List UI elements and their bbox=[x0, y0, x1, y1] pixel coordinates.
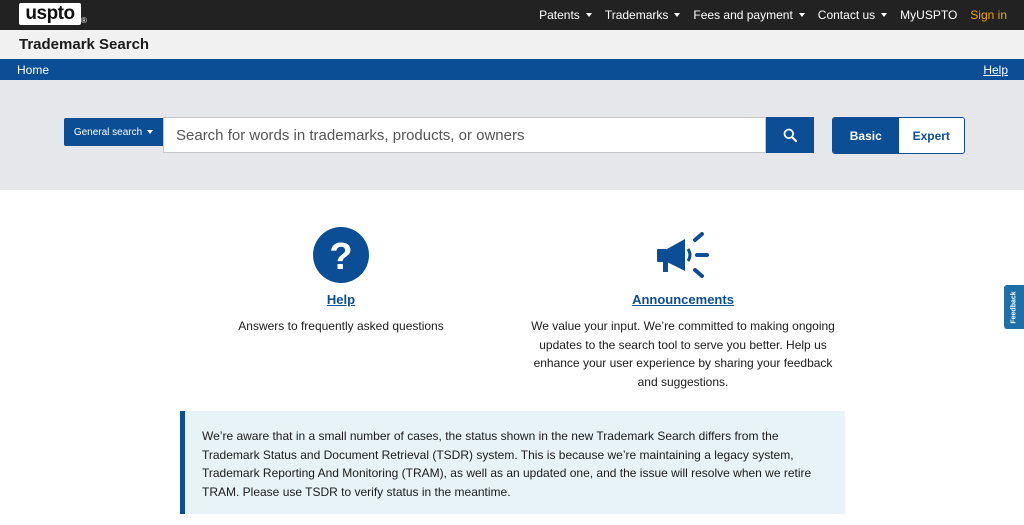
feedback-label: Feedback bbox=[1010, 290, 1018, 324]
chevron-down-icon bbox=[798, 13, 805, 17]
top-nav: Patents Trademarks Fees and payment Cont… bbox=[539, 0, 1007, 30]
uspto-logo[interactable]: uspto bbox=[19, 3, 81, 25]
search-mode-toggle: Basic Expert bbox=[832, 117, 965, 154]
search-button[interactable] bbox=[766, 117, 814, 153]
search-icon bbox=[783, 128, 797, 142]
announcements-card-title[interactable]: Announcements bbox=[523, 292, 843, 307]
title-bar: Trademark Search bbox=[0, 30, 1024, 59]
status-alert: We’re aware that in a small number of ca… bbox=[180, 411, 845, 514]
feedback-tab[interactable]: Feedback bbox=[1004, 285, 1024, 329]
sign-in-link[interactable]: Sign in bbox=[970, 8, 1007, 22]
question-circle-icon: ? bbox=[313, 227, 369, 283]
nav-trademarks[interactable]: Trademarks bbox=[605, 8, 681, 22]
breadcrumb-bar: Home Help bbox=[0, 59, 1024, 80]
search-type-label: General search bbox=[73, 126, 143, 138]
megaphone-icon bbox=[657, 232, 709, 278]
nav-patents-label: Patents bbox=[539, 8, 580, 22]
top-bar: uspto ® Patents Trademarks Fees and paym… bbox=[0, 0, 1024, 30]
help-link[interactable]: Help bbox=[983, 63, 1008, 77]
nav-contact[interactable]: Contact us bbox=[817, 8, 888, 22]
help-card-title[interactable]: Help bbox=[191, 292, 491, 307]
search-band: General search Basic Expert bbox=[0, 80, 1024, 190]
chevron-down-icon bbox=[147, 130, 154, 134]
nav-patents[interactable]: Patents bbox=[539, 8, 592, 22]
help-card-description: Answers to frequently asked questions bbox=[238, 319, 444, 333]
search-type-dropdown[interactable]: General search bbox=[64, 118, 163, 146]
basic-mode-button[interactable]: Basic bbox=[833, 118, 899, 153]
help-card: ? Help Answers to frequently asked quest… bbox=[191, 226, 491, 336]
chevron-down-icon bbox=[585, 13, 592, 17]
registered-mark: ® bbox=[81, 16, 87, 25]
announcements-card: Announcements We value your input. We’re… bbox=[523, 226, 843, 391]
page-title: Trademark Search bbox=[19, 36, 150, 53]
home-link[interactable]: Home bbox=[17, 63, 49, 77]
expert-mode-button[interactable]: Expert bbox=[898, 118, 964, 153]
chevron-down-icon bbox=[881, 13, 888, 17]
announcements-card-description: We value your input. We’re committed to … bbox=[531, 319, 835, 389]
svg-text:?: ? bbox=[329, 236, 352, 278]
nav-myuspto[interactable]: MyUSPTO bbox=[900, 8, 957, 22]
nav-contact-label: Contact us bbox=[817, 8, 876, 22]
search-input[interactable] bbox=[163, 117, 766, 153]
nav-fees-label: Fees and payment bbox=[693, 8, 793, 22]
nav-fees[interactable]: Fees and payment bbox=[693, 8, 805, 22]
nav-trademarks-label: Trademarks bbox=[604, 8, 669, 22]
chevron-down-icon bbox=[674, 13, 681, 17]
